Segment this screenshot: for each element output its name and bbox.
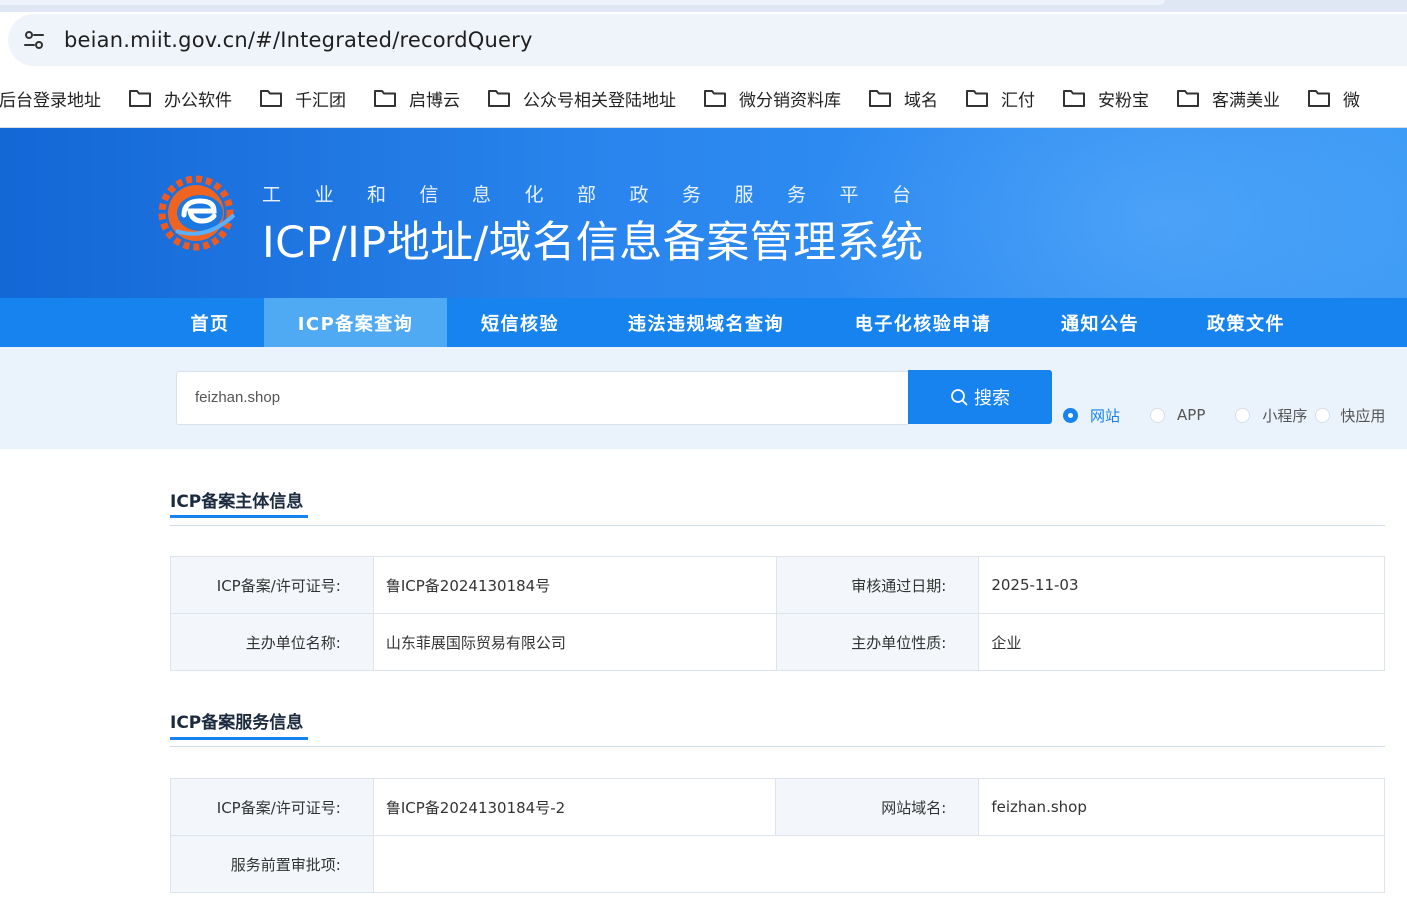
radio-dot: [1150, 407, 1166, 423]
radio-dot: [1315, 407, 1331, 423]
bookmark-folder[interactable]: 安粉宝: [1062, 86, 1149, 111]
folder-icon: [1177, 90, 1199, 107]
header-banner: 工业和信息化部政务服务平台 ICP/IP地址/域名信息备案管理系统: [0, 128, 1407, 298]
folder-icon: [966, 90, 988, 107]
section-divider: [170, 746, 1385, 747]
miit-logo-icon: [158, 175, 236, 251]
nav-item-e-verify[interactable]: 电子化核验申请: [840, 298, 1006, 347]
bookmark-label: 办公软件: [164, 90, 232, 111]
nav-item-notices[interactable]: 通知公告: [1046, 298, 1154, 347]
folder-icon: [704, 90, 726, 107]
folder-icon: [374, 90, 396, 107]
radio-miniprogram[interactable]: 小程序: [1235, 405, 1307, 426]
folder-icon: [488, 90, 510, 107]
subject-info-table: ICP备案/许可证号: 鲁ICP备2024130184号 审核通过日期: 202…: [170, 556, 1385, 671]
search-button-label: 搜索: [974, 388, 1010, 409]
bookmark-folder[interactable]: 域名: [868, 86, 938, 111]
search-type-group: 网站 APP 小程序 快应用: [1063, 405, 1385, 425]
bookmark-label: 启博云: [409, 90, 460, 111]
service-info-table: ICP备案/许可证号: 鲁ICP备2024130184号-2 网站域名: fei…: [170, 778, 1386, 893]
field-label: ICP备案/许可证号:: [170, 556, 374, 614]
folder-icon: [1063, 90, 1085, 107]
section-title-service: ICP备案服务信息: [170, 713, 304, 733]
system-title: ICP/IP地址/域名信息备案管理系统: [262, 218, 924, 268]
section-title-subject: ICP备案主体信息: [170, 492, 304, 512]
section-underline: [170, 515, 308, 518]
bookmark-label: 微: [1343, 90, 1360, 111]
field-value: 鲁ICP备2024130184号: [372, 556, 777, 614]
field-label: 主办单位名称:: [170, 613, 374, 671]
main-nav: 首页 ICP备案查询 短信核验 违法违规域名查询 电子化核验申请 通知公告 政策…: [0, 298, 1407, 347]
bookmark-folder[interactable]: 微: [1307, 86, 1360, 111]
folder-icon: [260, 90, 282, 107]
bookmark-folder[interactable]: 汇付: [965, 86, 1035, 111]
table-row: ICP备案/许可证号: 鲁ICP备2024130184号-2 网站域名: fei…: [170, 778, 1385, 836]
bookmark-label: 安粉宝: [1098, 90, 1149, 111]
url-text[interactable]: beian.miit.gov.cn/#/Integrated/recordQue…: [64, 28, 533, 52]
bookmark-label: 公众号相关登陆地址: [523, 90, 676, 111]
folder-icon: [1308, 90, 1330, 107]
section-underline: [170, 737, 308, 740]
field-label: 审核通过日期:: [775, 556, 980, 614]
bookmark-folder[interactable]: 客满美业: [1176, 86, 1280, 111]
bookmark-folder[interactable]: 千汇团: [259, 86, 346, 111]
table-row: 服务前置审批项:: [170, 835, 1386, 893]
radio-website[interactable]: 网站: [1063, 405, 1120, 426]
search-input[interactable]: feizhan.shop: [176, 371, 908, 425]
radio-app[interactable]: APP: [1150, 406, 1205, 424]
field-value: [372, 835, 1386, 893]
bookmark-item[interactable]: 后台登录地址: [0, 86, 101, 111]
platform-subtitle: 工业和信息化部政务服务平台: [262, 184, 945, 206]
nav-item-home[interactable]: 首页: [170, 298, 250, 347]
field-value: 鲁ICP备2024130184号-2: [372, 778, 777, 836]
nav-item-icp-query[interactable]: ICP备案查询: [264, 298, 447, 347]
folder-icon: [869, 90, 891, 107]
bookmark-label: 汇付: [1001, 90, 1035, 111]
bookmarks-bar: 后台登录地址 办公软件 千汇团 启博云 公众号相关登陆地址 微分销资料库 域名 …: [0, 72, 1407, 124]
section-divider: [170, 525, 1385, 526]
search-icon: [951, 389, 968, 406]
table-row: ICP备案/许可证号: 鲁ICP备2024130184号 审核通过日期: 202…: [170, 556, 1385, 614]
nav-item-sms-verify[interactable]: 短信核验: [466, 298, 574, 347]
bookmark-folder[interactable]: 启博云: [373, 86, 460, 111]
bookmark-label: 后台登录地址: [0, 90, 101, 111]
field-label: 网站域名:: [775, 778, 980, 836]
field-label: 主办单位性质:: [775, 613, 980, 671]
field-label: 服务前置审批项:: [170, 835, 374, 893]
search-area: feizhan.shop 搜索 网站 APP 小程序 快应用: [0, 347, 1407, 449]
nav-item-policies[interactable]: 政策文件: [1193, 298, 1299, 347]
table-row: 主办单位名称: 山东菲展国际贸易有限公司 主办单位性质: 企业: [170, 613, 1385, 671]
field-value: feizhan.shop: [978, 778, 1385, 836]
radio-dot: [1063, 407, 1078, 423]
bookmark-label: 千汇团: [295, 90, 346, 111]
active-tab-edge: [0, 0, 1165, 5]
field-value: 企业: [978, 613, 1385, 671]
bookmark-label: 微分销资料库: [739, 90, 841, 111]
browser-tab-strip: [0, 0, 1407, 12]
search-button[interactable]: 搜索: [908, 370, 1052, 424]
radio-dot: [1235, 407, 1251, 423]
field-label: ICP备案/许可证号:: [170, 778, 374, 836]
address-bar[interactable]: beian.miit.gov.cn/#/Integrated/recordQue…: [8, 14, 1407, 66]
bookmark-folder[interactable]: 微分销资料库: [703, 86, 841, 111]
nav-item-illegal-domain[interactable]: 违法违规域名查询: [612, 298, 800, 347]
site-info-icon[interactable]: [16, 22, 52, 58]
radio-quickapp[interactable]: 快应用: [1315, 405, 1385, 426]
bookmark-folder[interactable]: 办公软件: [128, 86, 232, 111]
bookmark-label: 客满美业: [1212, 90, 1280, 111]
bookmark-folder[interactable]: 公众号相关登陆地址: [487, 86, 676, 111]
folder-icon: [129, 90, 151, 107]
bookmark-label: 域名: [904, 90, 938, 111]
field-value: 2025-11-03: [978, 556, 1385, 614]
field-value: 山东菲展国际贸易有限公司: [372, 613, 777, 671]
